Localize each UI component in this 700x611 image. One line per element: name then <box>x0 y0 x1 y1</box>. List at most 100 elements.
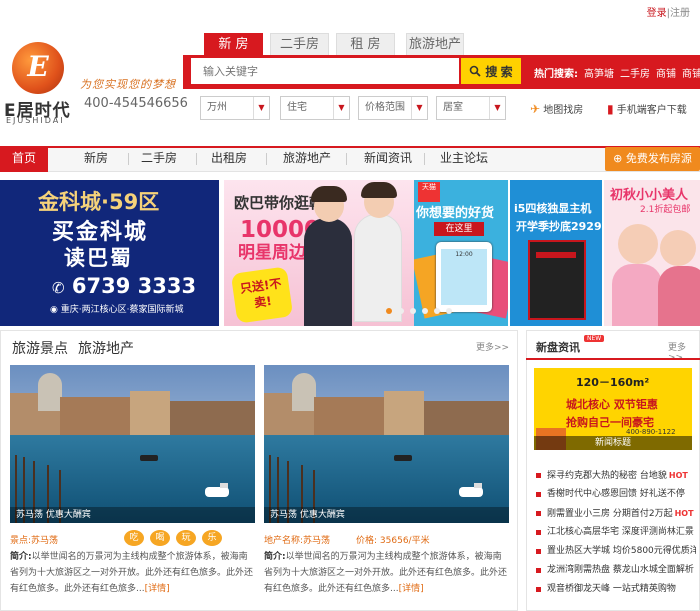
nav-divider <box>346 153 347 165</box>
hot-search-item[interactable]: 商铺 <box>656 69 676 80</box>
banner-korea[interactable]: 欧巴带你逛韩国 10000件 明星周边 只送!不卖! <box>224 180 414 326</box>
logo-letter: E <box>27 50 49 83</box>
estate-value: 苏马荡 <box>303 536 331 546</box>
slogan: 为您实现您的梦想 <box>80 78 176 91</box>
login-link[interactable]: 登录 <box>647 8 667 19</box>
banner-area: 120－160m² <box>576 376 650 389</box>
slider-dot[interactable] <box>422 308 428 314</box>
news-item-text: 置业热区大学城 均价5800元得优质洋 <box>547 546 696 556</box>
slider-dot[interactable] <box>446 308 452 314</box>
slider-dot[interactable] <box>386 308 392 314</box>
nav-forum[interactable]: 业主论坛 <box>440 149 488 166</box>
tmall-badge: 天猫 <box>418 182 440 202</box>
news-item[interactable]: 刚需置业小三房 分期首付2万起 HOT <box>536 504 696 523</box>
banner-address-text: 重庆·两江核心区·蔡家国际新城 <box>60 305 184 315</box>
banner-jinke[interactable]: 金科城·59区 买金科城 读巴蜀 ✆ 6739 3333 ◉ 重庆·两江核心区·… <box>0 180 219 326</box>
nav-divider <box>424 153 425 165</box>
model-hair <box>361 182 397 198</box>
slider-dot[interactable] <box>398 308 404 314</box>
tab-tourism-estate[interactable]: 旅游地产 <box>406 33 464 55</box>
banner-line: 明星周边 <box>238 243 306 263</box>
news-item[interactable]: 置业热区大学城 均价5800元得优质洋 <box>536 542 696 561</box>
hot-search-label: 热门搜索: <box>534 69 578 80</box>
model-hair <box>311 186 347 202</box>
chevron-down-icon: ▼ <box>411 97 427 119</box>
nav-rent[interactable]: 出租房 <box>211 149 247 166</box>
card-estate-name: 地产名称:苏马荡 <box>264 533 330 546</box>
filter-label: 住宅 <box>287 102 307 113</box>
publish-listing-button[interactable]: ⊕ 免费发布房源 <box>605 147 700 171</box>
card-intro: 简介:以举世闻名的万景河为主线构成整个旅游体系，被海南省列为十大旅游区之一对外开… <box>10 549 255 597</box>
nav-home[interactable]: 首页 <box>0 146 48 172</box>
tag-play[interactable]: 玩 <box>176 530 196 546</box>
filter-price[interactable]: 价格范围 ▼ <box>358 96 428 120</box>
news-item[interactable]: 江北核心高层华宅 深度评测尚林汇景 <box>536 523 696 542</box>
banner-sub: 2.1折起包邮 <box>640 205 691 215</box>
filter-label: 价格范围 <box>365 102 405 113</box>
news-item-text: 龙洲湾刚需热盘 蔡龙山水城全面解析 <box>547 565 694 575</box>
news-item[interactable]: 香榭时代中心感恩回馈 好礼送不停 <box>536 485 696 504</box>
card-price: 价格: 35656/平米 <box>356 533 430 546</box>
tag-fun[interactable]: 乐 <box>202 530 222 546</box>
detail-link[interactable]: [详情] <box>145 584 170 594</box>
price-value: 35656/平米 <box>379 536 430 546</box>
news-item[interactable]: 观音桥御龙天峰 一站式精英购物 <box>536 580 696 599</box>
tab-tourism-estate-section[interactable]: 旅游地产 <box>78 341 134 357</box>
logo-icon[interactable]: E <box>12 42 64 94</box>
tag-drink[interactable]: 喝 <box>150 530 170 546</box>
card-caption: 苏马荡 优惠大酬宾 <box>264 507 509 523</box>
tab-rent[interactable]: 租 房 <box>336 33 395 55</box>
search-button[interactable]: 搜 索 <box>461 58 521 84</box>
banner-sub: 在这里 <box>434 222 484 236</box>
map-search-label: 地图找房 <box>543 105 584 116</box>
top-links: 登录|注册 <box>646 8 690 19</box>
news-item-text: 观音桥御龙天峰 一站式精英购物 <box>547 584 676 594</box>
tablet-screen: 12:00 <box>441 249 487 305</box>
hot-search-item[interactable]: 二手房 <box>620 69 650 80</box>
banner-line: 读巴蜀 <box>64 246 133 270</box>
mobile-app-link[interactable]: ▮ 手机端客户下载 <box>607 101 687 116</box>
news-banner[interactable]: 120－160m² 城北核心 双节钜惠 抢购自己一间豪宅 400-890-112… <box>534 368 692 450</box>
search-button-label: 搜 索 <box>485 64 513 79</box>
news-item[interactable]: 探寻约克郡大热的秘密 台地貌 HOT <box>536 466 696 485</box>
tag-eat[interactable]: 吃 <box>124 530 144 546</box>
slider-dot[interactable] <box>434 308 440 314</box>
more-link[interactable]: 更多>> <box>476 340 509 353</box>
tab-tourism-spots[interactable]: 旅游景点 <box>12 341 68 357</box>
hot-badge: HOT <box>674 509 694 518</box>
venice-photo[interactable] <box>264 365 509 523</box>
nav-news[interactable]: 新闻资讯 <box>364 149 412 166</box>
filter-rooms[interactable]: 居室 ▼ <box>436 96 506 120</box>
tab-new-house[interactable]: 新 房 <box>204 33 263 55</box>
location-value: 苏马荡 <box>31 536 59 546</box>
banner-tmall[interactable]: 天猫 你想要的好货 在这里 12:00 <box>414 180 508 326</box>
news-title: 新盘资讯 <box>536 341 580 354</box>
map-search-link[interactable]: ✈ 地图找房 <box>530 101 583 116</box>
new-badge: NEW <box>584 335 605 342</box>
slider-dot[interactable] <box>410 308 416 314</box>
filter-type[interactable]: 住宅 ▼ <box>280 96 350 120</box>
venice-photo[interactable] <box>10 365 255 523</box>
model-figure <box>354 214 402 322</box>
plus-icon: ⊕ <box>613 152 623 165</box>
filter-district[interactable]: 万州 ▼ <box>200 96 270 120</box>
hot-search-item[interactable]: 商铺 <box>682 69 700 80</box>
kid-face <box>660 230 696 266</box>
nav-second-hand[interactable]: 二手房 <box>141 149 177 166</box>
banner-pc[interactable]: i5四核独显主机 开学季抄底2929 <box>510 180 602 326</box>
register-link[interactable]: 注册 <box>670 8 690 19</box>
banner-line: 城北核心 双节钜惠 <box>566 398 658 411</box>
hot-search-item[interactable]: 高笋塘 <box>584 69 614 80</box>
tab-second-hand[interactable]: 二手房 <box>270 33 329 55</box>
search-input[interactable] <box>191 58 459 84</box>
publish-label: 免费发布房源 <box>625 152 692 165</box>
banner-kids[interactable]: 初秋小小美人 2.1折起包邮 <box>604 180 700 326</box>
news-item-text: 探寻约克郡大热的秘密 台地貌 <box>547 471 667 481</box>
nav-tourism[interactable]: 旅游地产 <box>283 149 331 166</box>
news-item[interactable]: 龙洲湾刚需热盘 蔡龙山水城全面解析 <box>536 561 696 580</box>
banner-title: 你想要的好货 <box>416 206 495 221</box>
estate-label: 地产名称: <box>264 536 304 546</box>
detail-link[interactable]: [详情] <box>399 584 424 594</box>
kid-figure <box>658 266 700 326</box>
nav-new-house[interactable]: 新房 <box>84 149 108 166</box>
